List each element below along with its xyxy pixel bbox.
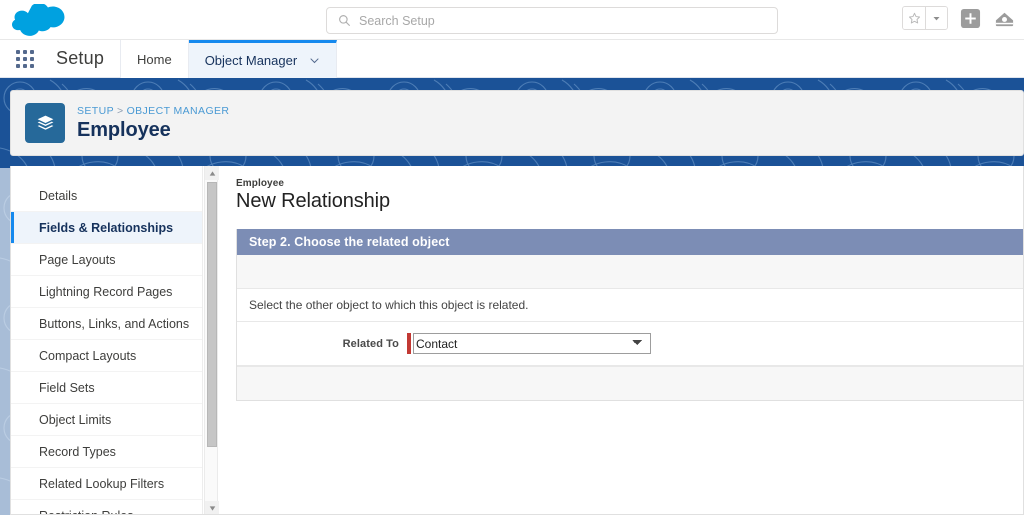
tab-home[interactable]: Home [121, 40, 189, 78]
chevron-down-icon[interactable] [925, 7, 947, 29]
header-actions [902, 6, 1016, 30]
search-icon [335, 12, 353, 30]
sidebar-item-label: Lightning Record Pages [39, 284, 173, 299]
triangle-up-icon[interactable] [205, 166, 219, 180]
content-pane: Details Fields & Relationships Page Layo… [10, 166, 1024, 515]
required-indicator [407, 333, 411, 354]
search-setup-box[interactable] [326, 7, 778, 34]
object-page-header: SETUP > OBJECT MANAGER Employee [10, 90, 1024, 156]
tab-object-manager-label: Object Manager [204, 53, 298, 68]
sidebar-item-buttons-links-and-actions[interactable]: Buttons, Links, and Actions [11, 308, 202, 340]
sidebar-item-label: Fields & Relationships [39, 220, 174, 235]
sidebar-item-details[interactable]: Details [11, 180, 202, 212]
sidebar-item-label: Buttons, Links, and Actions [39, 316, 190, 331]
breadcrumb-separator: > [117, 105, 124, 117]
plus-icon[interactable] [958, 6, 982, 30]
main-eyebrow: Employee [236, 178, 285, 189]
sidebar-item-label: Object Limits [39, 412, 112, 427]
setup-nav-bar: Setup Home Object Manager [0, 40, 1024, 78]
sidebar-scrollbar[interactable] [204, 166, 219, 514]
breadcrumb-setup-link[interactable]: SETUP [77, 105, 114, 117]
sidebar-item-field-sets[interactable]: Field Sets [11, 372, 202, 404]
sidebar-item-label: Restriction Rules [39, 509, 133, 515]
breadcrumb: SETUP > OBJECT MANAGER [77, 105, 229, 117]
tab-object-manager[interactable]: Object Manager [188, 40, 338, 78]
sidebar-item-label: Compact Layouts [39, 348, 137, 363]
main-page-title: New Relationship [236, 190, 391, 212]
sidebar-item-compact-layouts[interactable]: Compact Layouts [11, 340, 202, 372]
nav-tab-list: Home Object Manager [120, 40, 338, 78]
sidebar-item-label: Page Layouts [39, 252, 116, 267]
triangle-down-icon[interactable] [205, 501, 219, 514]
related-to-control: Contact [407, 333, 651, 354]
related-to-select[interactable]: Contact [413, 333, 651, 354]
related-to-label: Related To [342, 337, 399, 350]
object-sidebar-nav: Details Fields & Relationships Page Layo… [11, 166, 203, 515]
layers-stack-icon [25, 103, 65, 143]
top-button-row: Previous [237, 255, 1023, 289]
sidebar-item-object-limits[interactable]: Object Limits [11, 404, 202, 436]
scrollbar-thumb[interactable] [207, 182, 217, 447]
sidebar-item-page-layouts[interactable]: Page Layouts [11, 244, 202, 276]
favorites-button-group[interactable] [902, 6, 948, 30]
page-title: Employee [77, 119, 171, 141]
sidebar-item-label: Related Lookup Filters [39, 476, 165, 491]
tab-home-label: Home [137, 51, 172, 67]
app-launcher-grid-icon[interactable] [16, 50, 38, 68]
sidebar-item-label: Field Sets [39, 380, 95, 395]
breadcrumb-object-manager-link[interactable]: OBJECT MANAGER [127, 105, 230, 117]
star-icon[interactable] [903, 7, 925, 29]
sidebar-item-label: Details [39, 188, 78, 203]
new-relationship-step-card: Step 2. Choose the related object Previo… [236, 229, 1023, 401]
sidebar-item-record-types[interactable]: Record Types [11, 436, 202, 468]
search-input[interactable] [359, 8, 769, 33]
step-description: Select the other object to which this ob… [237, 289, 1023, 322]
setup-title: Setup [56, 48, 105, 68]
salesforce-cloud-logo[interactable] [12, 2, 66, 36]
sidebar-item-lightning-record-pages[interactable]: Lightning Record Pages [11, 276, 202, 308]
bottom-button-row: Previous [237, 366, 1023, 400]
main-panel: Employee New Relationship Step 2. Choose… [220, 166, 1023, 514]
sidebar-item-label: Record Types [39, 444, 116, 459]
step-heading: Step 2. Choose the related object [237, 229, 1023, 255]
sidebar-item-related-lookup-filters[interactable]: Related Lookup Filters [11, 468, 202, 500]
global-header [0, 0, 1024, 40]
sidebar-item-fields-and-relationships[interactable]: Fields & Relationships [11, 212, 202, 244]
related-to-field-row: Related To Contact [237, 322, 1023, 366]
home-icon[interactable] [992, 6, 1016, 30]
chevron-down-icon[interactable] [309, 55, 320, 66]
sidebar-item-restriction-rules[interactable]: Restriction Rules [11, 500, 202, 515]
